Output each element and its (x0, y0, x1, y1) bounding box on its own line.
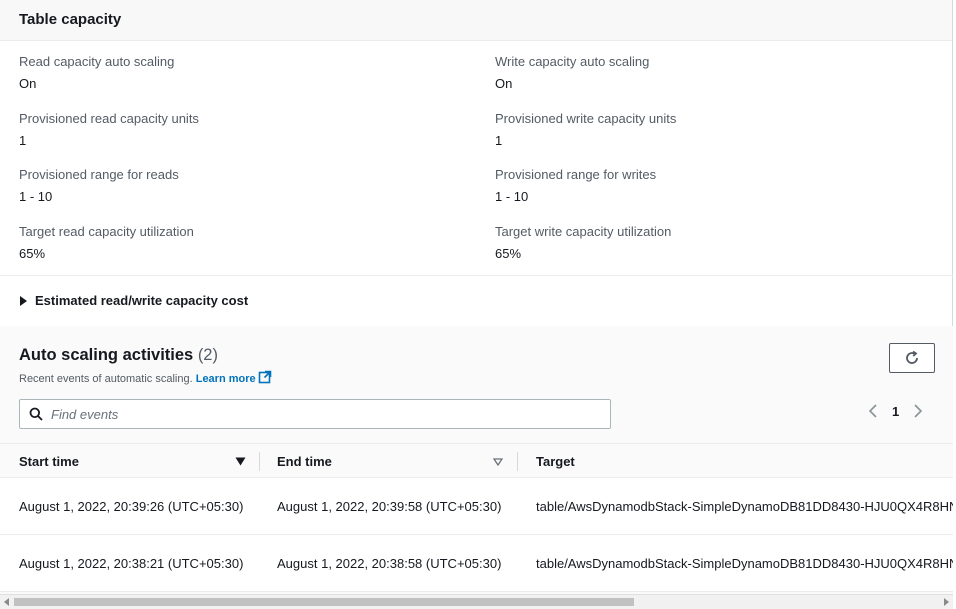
read-autoscaling-field: Read capacity auto scaling On (19, 54, 459, 92)
field-value: 1 (19, 133, 27, 148)
capacity-title: Table capacity (19, 11, 122, 28)
activities-table: Start time End time Target August 1, 202… (0, 443, 953, 592)
field-label: Write capacity auto scaling (495, 54, 650, 69)
cell-end-time: August 1, 2022, 20:38:58 (UTC+05:30) (277, 556, 502, 571)
field-label: Provisioned write capacity units (495, 111, 677, 126)
learn-more-label: Learn more (195, 373, 256, 385)
field-label: Target write capacity utilization (495, 224, 672, 239)
cell-end-time: August 1, 2022, 20:39:58 (UTC+05:30) (277, 499, 502, 514)
auto-scaling-activities-section: Auto scaling activities (2) Recent event… (0, 326, 953, 609)
learn-more-link[interactable]: Learn more (195, 370, 272, 385)
estimated-cost-expander[interactable]: Estimated read/write capacity cost (20, 293, 248, 308)
read-utilization-field: Target read capacity utilization 65% (19, 224, 459, 262)
sort-icon (493, 457, 503, 466)
horizontal-scrollbar[interactable] (0, 594, 953, 609)
activities-title-text: Auto scaling activities (19, 346, 194, 364)
column-header-label: End time (277, 454, 332, 469)
field-value: On (19, 76, 37, 91)
write-units-field: Provisioned write capacity units 1 (495, 111, 935, 149)
read-range-field: Provisioned range for reads 1 - 10 (19, 167, 459, 205)
scroll-right-arrow-icon[interactable] (944, 598, 949, 606)
expand-triangle-icon (20, 295, 27, 306)
field-label: Read capacity auto scaling (19, 54, 175, 69)
cell-start-time: August 1, 2022, 20:38:21 (UTC+05:30) (19, 556, 244, 571)
activities-title: Auto scaling activities (2) (19, 346, 272, 365)
sort-descending-icon (235, 457, 246, 466)
table-body: August 1, 2022, 20:39:26 (UTC+05:30) Aug… (0, 478, 953, 592)
activities-description: Recent events of automatic scaling. Lear… (19, 370, 272, 385)
field-value: 1 - 10 (495, 189, 529, 204)
column-divider (517, 452, 518, 471)
estimated-cost-label: Estimated read/write capacity cost (35, 293, 249, 308)
field-label: Provisioned range for writes (495, 167, 657, 182)
cell-start-time: August 1, 2022, 20:39:26 (UTC+05:30) (19, 499, 244, 514)
write-range-field: Provisioned range for writes 1 - 10 (495, 167, 935, 205)
cell-target: table/AwsDynamodbStack-SimpleDynamoDB81D… (536, 499, 953, 514)
table-row: August 1, 2022, 20:38:21 (UTC+05:30) Aug… (0, 535, 953, 592)
activities-description-text: Recent events of automatic scaling. (19, 373, 193, 385)
table-row: August 1, 2022, 20:39:26 (UTC+05:30) Aug… (0, 478, 953, 535)
column-header-label: Start time (19, 454, 79, 469)
current-page[interactable]: 1 (892, 404, 899, 419)
external-link-icon (258, 370, 271, 384)
capacity-header: Table capacity (0, 0, 952, 41)
field-value: 65% (19, 246, 46, 261)
section-divider (0, 275, 953, 276)
table-header: Start time End time Target (0, 443, 953, 478)
find-events-input[interactable] (51, 406, 591, 422)
column-header-start-time[interactable]: Start time (19, 444, 249, 479)
field-label: Target read capacity utilization (19, 224, 194, 239)
field-value: 65% (495, 246, 522, 261)
field-value: 1 - 10 (19, 189, 53, 204)
table-capacity-panel: Table capacity Read capacity auto scalin… (0, 0, 953, 609)
field-value: On (495, 76, 513, 91)
column-header-target[interactable]: Target (536, 444, 936, 479)
column-divider (259, 452, 260, 471)
read-units-field: Provisioned read capacity units 1 (19, 111, 459, 149)
write-autoscaling-field: Write capacity auto scaling On (495, 54, 935, 92)
scroll-left-arrow-icon[interactable] (4, 598, 9, 606)
field-label: Provisioned range for reads (19, 167, 179, 182)
write-utilization-field: Target write capacity utilization 65% (495, 224, 935, 262)
column-header-end-time[interactable]: End time (277, 444, 505, 479)
chevron-right-icon[interactable] (913, 403, 923, 419)
chevron-left-icon[interactable] (868, 403, 878, 419)
cell-target: table/AwsDynamodbStack-SimpleDynamoDB81D… (536, 556, 953, 571)
activities-header: Auto scaling activities (2) Recent event… (19, 346, 272, 385)
capacity-fields: Read capacity auto scaling On Write capa… (19, 41, 939, 275)
refresh-button[interactable] (889, 343, 935, 373)
search-icon (29, 407, 43, 421)
refresh-icon (906, 350, 918, 364)
scrollbar-thumb[interactable] (14, 598, 634, 606)
pagination: 1 (868, 403, 923, 419)
field-label: Provisioned read capacity units (19, 111, 199, 126)
column-header-label: Target (536, 454, 575, 469)
activities-count: (2) (197, 346, 218, 364)
find-events-search[interactable] (19, 399, 611, 429)
field-value: 1 (495, 133, 503, 148)
